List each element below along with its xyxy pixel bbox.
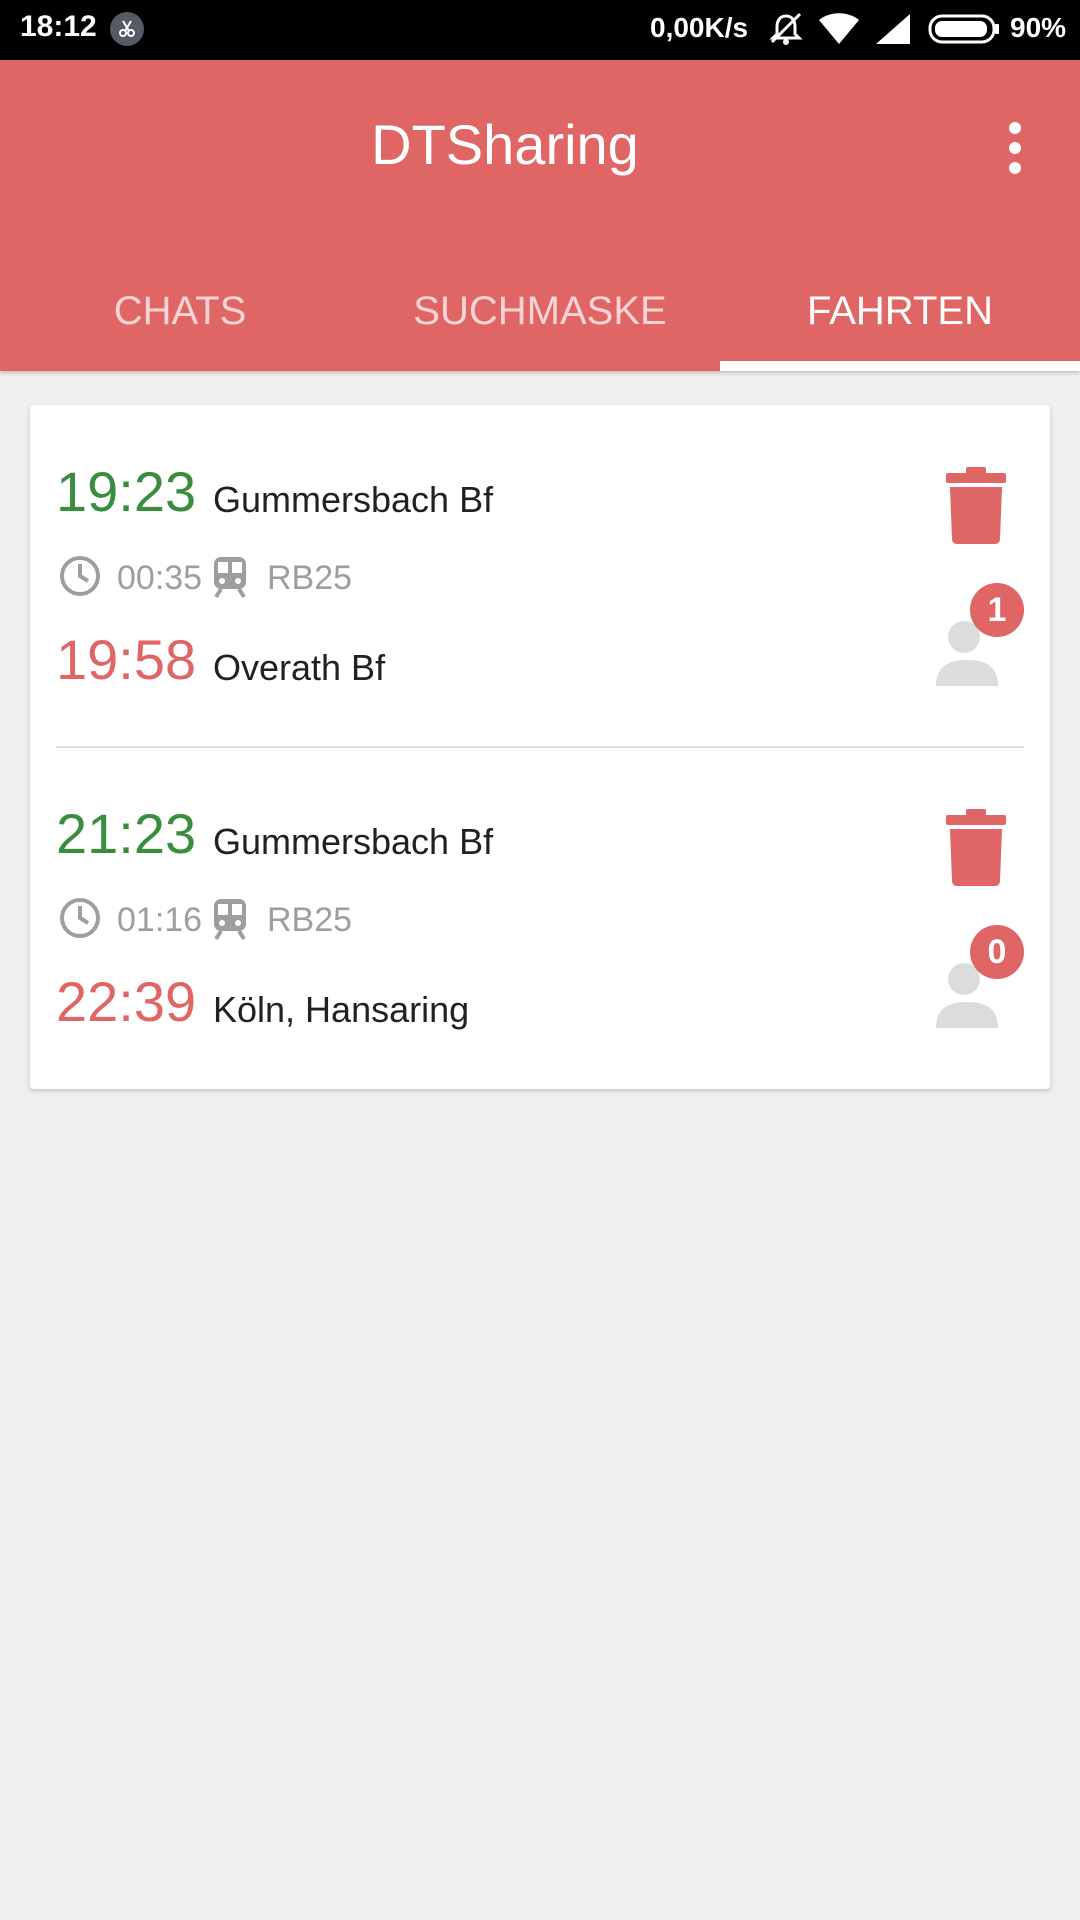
tab-fahrten[interactable]: FAHRTEN [720,270,1080,371]
trash-icon [946,467,1006,544]
status-time: 18:12 [20,10,97,43]
battery-percent: 90% [1010,12,1067,43]
delete-button[interactable] [944,465,1008,545]
trip-item[interactable]: 19:23 Gummersbach Bf 00:35 RB25 19:58 Ov… [30,405,1050,745]
signal-icon [874,12,912,51]
train-icon [212,555,248,604]
departure-station: Gummersbach Bf [213,821,494,862]
trips-card: 19:23 Gummersbach Bf 00:35 RB25 19:58 Ov… [30,405,1050,1089]
arrival-station: Köln, Hansaring [213,989,470,1030]
passenger-count-badge: 0 [970,925,1024,979]
active-tab-indicator [720,361,1080,371]
status-bar: 18:12 0,00K/s 90% [0,0,1080,60]
departure-time: 19:23 [56,460,197,523]
wifi-icon [818,12,860,51]
passenger-count-badge: 1 [970,583,1024,637]
train-line: RB25 [267,559,353,597]
train-line: RB25 [267,901,353,939]
tab-suchmaske[interactable]: SUCHMASKE [360,270,720,371]
arrival-time: 19:58 [56,628,197,691]
clock-icon [58,896,102,945]
tab-chats[interactable]: CHATS [0,270,360,371]
train-icon [212,897,248,946]
trip-duration: 00:35 [117,559,203,597]
network-speed: 0,00K/s [650,12,749,43]
departure-station: Gummersbach Bf [213,479,494,520]
more-options-button[interactable] [990,116,1040,180]
battery-icon [928,12,1000,51]
trash-icon [946,809,1006,886]
arrival-time: 22:39 [56,970,197,1033]
app-bar: DTSharing CHATS SUCHMASKE FAHRTEN [0,60,1080,371]
trip-duration: 01:16 [117,901,203,939]
vibrate-off-icon [768,12,804,51]
departure-time: 21:23 [56,802,197,865]
trip-item[interactable]: 21:23 Gummersbach Bf 01:16 RB25 22:39 Kö… [30,747,1050,1087]
app-notification-icon [110,12,144,46]
app-title: DTSharing [371,113,639,176]
tab-bar: CHATS SUCHMASKE FAHRTEN [0,270,1080,371]
clock-icon [58,554,102,603]
delete-button[interactable] [944,807,1008,887]
arrival-station: Overath Bf [213,647,386,688]
